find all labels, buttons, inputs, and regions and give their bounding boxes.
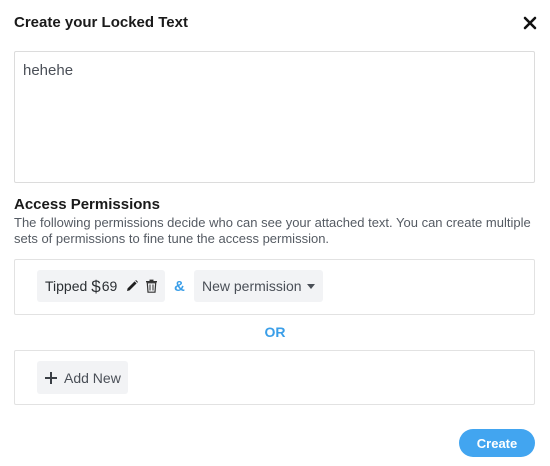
caret-down-icon — [306, 283, 315, 289]
currency-symbol: $ — [91, 276, 101, 296]
trash-icon[interactable] — [143, 278, 159, 294]
or-separator: OR — [264, 324, 286, 340]
locked-text-dialog: Create your Locked Text hehehe Access Pe… — [0, 0, 550, 466]
access-permissions-heading: Access Permissions — [14, 196, 160, 213]
new-permission-label: New permission — [202, 278, 302, 294]
close-icon[interactable] — [521, 14, 539, 32]
access-permissions-description: The following permissions decide who can… — [14, 215, 531, 246]
dialog-title: Create your Locked Text — [14, 14, 188, 31]
add-permission-set-box: Add New — [14, 350, 535, 405]
locked-text-input[interactable]: hehehe — [14, 51, 535, 183]
permission-set: Tipped $ 69 & New permission — [14, 259, 535, 315]
add-new-label: Add New — [64, 369, 121, 386]
pencil-icon[interactable] — [124, 278, 140, 294]
permission-chip-tipped: Tipped $ 69 — [37, 270, 165, 302]
plus-icon — [45, 371, 57, 384]
new-permission-dropdown[interactable]: New permission — [194, 270, 323, 302]
permission-chip-amount: 69 — [101, 278, 118, 294]
create-button[interactable]: Create — [459, 429, 535, 457]
permission-chip-label: Tipped — [45, 278, 88, 294]
add-new-button[interactable]: Add New — [37, 361, 128, 394]
and-joiner: & — [174, 278, 185, 295]
